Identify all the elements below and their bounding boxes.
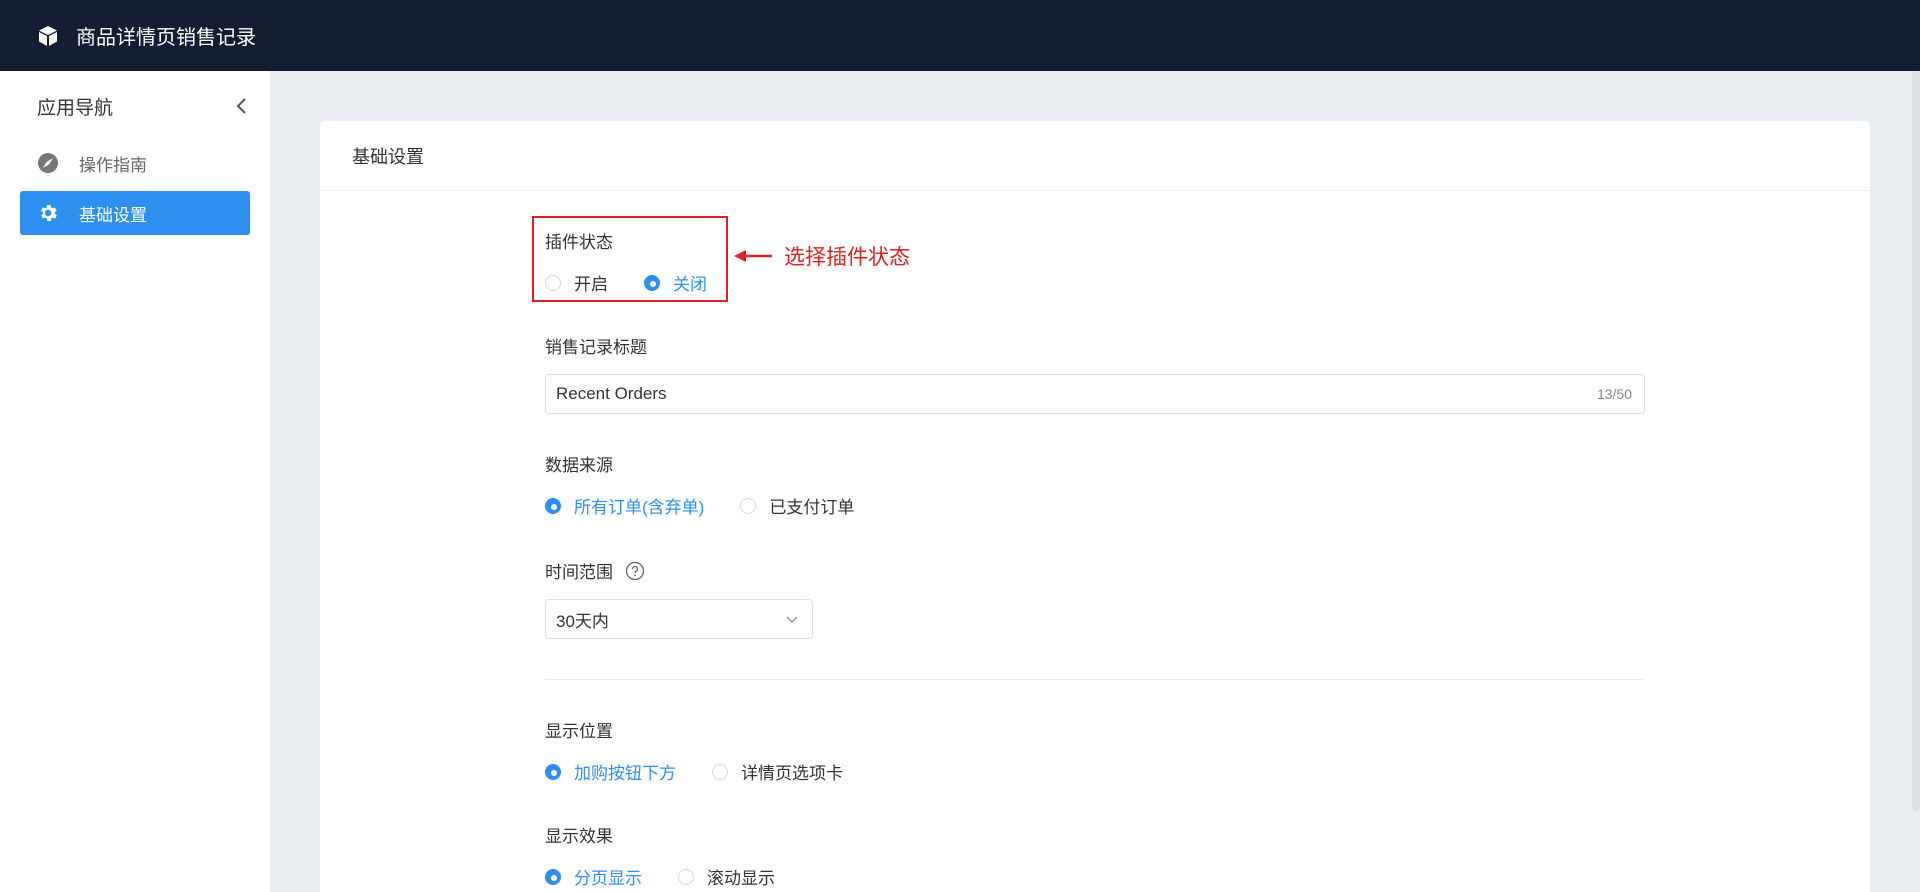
display-effect-label: 显示效果 bbox=[545, 827, 613, 846]
radio-paginated[interactable]: 分页显示 bbox=[545, 864, 642, 889]
chevron-down-icon bbox=[784, 611, 800, 627]
radio-plugin-off[interactable]: 关闭 bbox=[644, 270, 707, 295]
sidebar-item-label: 操作指南 bbox=[79, 155, 147, 175]
app-title: 商品详情页销售记录 bbox=[76, 27, 256, 49]
radio-dot bbox=[740, 497, 757, 514]
sidebar-header: 应用导航 bbox=[0, 71, 270, 141]
display-position-radios: 加购按钮下方 详情页选项卡 bbox=[545, 759, 879, 784]
data-source-radios: 所有订单(含弃单) 已支付订单 bbox=[545, 493, 890, 518]
sidebar: 应用导航 操作指南 基础设置 bbox=[0, 71, 270, 892]
radio-plugin-on[interactable]: 开启 bbox=[545, 270, 608, 295]
radio-below-cart-button[interactable]: 加购按钮下方 bbox=[545, 759, 676, 784]
sales-title-value: Recent Orders bbox=[556, 384, 667, 403]
time-range-value: 30天内 bbox=[556, 611, 609, 631]
radio-label: 分页显示 bbox=[574, 869, 642, 888]
data-source-group: 数据来源 所有订单(含弃单) 已支付订单 bbox=[545, 451, 890, 518]
settings-card: 基础设置 选择插件状态 插件状态 开启 关闭 销售记录标题 Recent Ord… bbox=[320, 121, 1870, 892]
radio-label: 所有订单(含弃单) bbox=[574, 498, 705, 517]
radio-label: 已支付订单 bbox=[769, 498, 855, 517]
radio-all-orders[interactable]: 所有订单(含弃单) bbox=[545, 493, 704, 518]
data-source-label: 数据来源 bbox=[545, 456, 613, 475]
display-effect-group: 显示效果 分页显示 滚动显示 bbox=[545, 822, 811, 889]
radio-dot bbox=[545, 497, 561, 514]
time-range-group: 时间范围 30天内 bbox=[545, 558, 813, 639]
compass-icon bbox=[37, 152, 59, 174]
question-circle-icon[interactable] bbox=[625, 561, 645, 581]
sales-title-group: 销售记录标题 Recent Orders 13/50 bbox=[545, 333, 1645, 414]
time-range-label: 时间范围 bbox=[545, 558, 813, 583]
display-effect-radios: 分页显示 滚动显示 bbox=[545, 864, 811, 889]
annotation: 选择插件状态 bbox=[734, 241, 910, 271]
page-scrollbar[interactable] bbox=[1912, 71, 1920, 811]
section-divider bbox=[545, 679, 1645, 680]
plugin-status-label: 插件状态 bbox=[545, 233, 613, 252]
radio-label: 滚动显示 bbox=[707, 869, 775, 888]
radio-label: 加购按钮下方 bbox=[574, 764, 676, 783]
sidebar-title: 应用导航 bbox=[37, 97, 114, 119]
chevron-left-icon[interactable] bbox=[232, 96, 252, 116]
radio-label: 关闭 bbox=[673, 275, 707, 294]
radio-dot bbox=[644, 274, 660, 291]
radio-dot bbox=[678, 868, 694, 885]
gear-icon bbox=[37, 202, 59, 224]
sidebar-item-guide[interactable]: 操作指南 bbox=[20, 141, 250, 185]
radio-scrolling[interactable]: 滚动显示 bbox=[678, 864, 775, 889]
radio-dot bbox=[545, 868, 561, 885]
sales-title-input[interactable]: Recent Orders 13/50 bbox=[545, 374, 1645, 414]
radio-label: 开启 bbox=[574, 275, 608, 294]
time-range-select[interactable]: 30天内 bbox=[545, 599, 813, 639]
sidebar-item-settings[interactable]: 基础设置 bbox=[20, 191, 250, 235]
top-bar: 商品详情页销售记录 bbox=[0, 0, 1920, 71]
display-position-label: 显示位置 bbox=[545, 722, 613, 741]
radio-detail-tab[interactable]: 详情页选项卡 bbox=[712, 759, 843, 784]
sidebar-item-label: 基础设置 bbox=[79, 205, 147, 225]
sales-title-label: 销售记录标题 bbox=[545, 338, 647, 357]
time-range-label-text: 时间范围 bbox=[545, 563, 613, 582]
radio-dot bbox=[545, 763, 561, 780]
radio-dot bbox=[545, 274, 561, 291]
radio-paid-orders[interactable]: 已支付订单 bbox=[740, 493, 854, 518]
plugin-status-group: 插件状态 开启 关闭 bbox=[545, 228, 743, 295]
plugin-status-radios: 开启 关闭 bbox=[545, 270, 743, 295]
card-title: 基础设置 bbox=[320, 121, 1870, 191]
box-icon bbox=[36, 24, 60, 48]
annotation-text: 选择插件状态 bbox=[784, 245, 910, 269]
radio-dot bbox=[712, 763, 728, 780]
display-position-group: 显示位置 加购按钮下方 详情页选项卡 bbox=[545, 717, 879, 784]
radio-label: 详情页选项卡 bbox=[741, 764, 843, 783]
char-count: 13/50 bbox=[1596, 386, 1632, 402]
